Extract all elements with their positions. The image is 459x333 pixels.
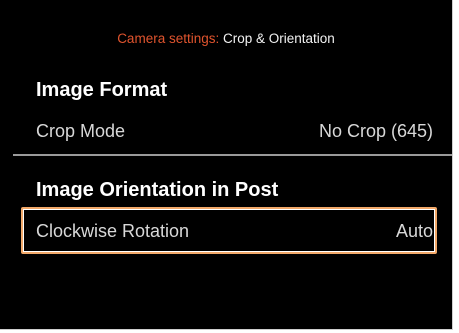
section-heading-image-orientation: Image Orientation in Post [36,179,279,201]
setting-label: Crop Mode [36,120,126,141]
camera-settings-screen: Camera settings: Crop & Orientation Imag… [0,0,453,330]
header-title: Crop & Orientation [223,31,335,46]
setting-row-crop-mode[interactable]: Crop Mode No Crop (645) [36,118,433,144]
setting-value: No Crop (645) [318,120,433,141]
header-prefix: Camera settings: [117,31,220,46]
screen-header: Camera settings: Crop & Orientation [0,30,452,48]
setting-label: Clockwise Rotation [36,220,190,241]
setting-row-clockwise-rotation[interactable]: Clockwise Rotation Auto [36,218,433,244]
section-heading-image-format: Image Format [36,79,168,101]
section-divider [13,154,452,156]
setting-value: Auto [395,220,433,241]
